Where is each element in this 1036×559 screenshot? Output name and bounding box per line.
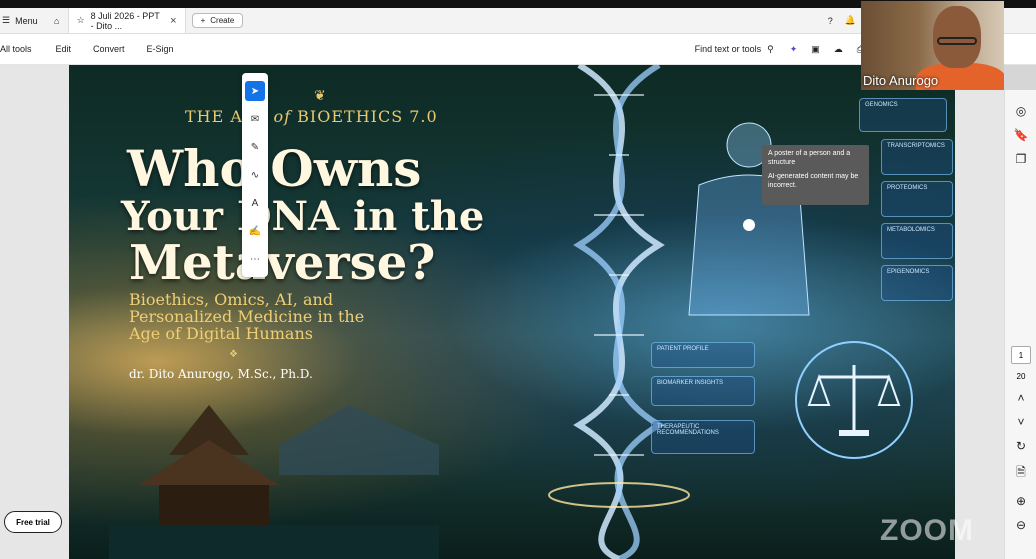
hud-metabolomics: METABOLOMICS xyxy=(881,223,953,259)
poster-title-line2: Your DNA in the xyxy=(121,193,485,240)
temple-landscape-graphic xyxy=(109,405,439,559)
hud-epigenomics: EPIGENOMICS xyxy=(881,265,953,301)
alt-text-tooltip: A poster of a person and a structure AI-… xyxy=(762,145,869,205)
select-cursor-icon[interactable]: ➤ xyxy=(245,81,265,101)
tab-title: 8 Juli 2026 - PPT - Dito ... xyxy=(90,10,160,31)
all-tools-menu[interactable]: All tools xyxy=(0,44,40,54)
lotus-ornament: ❦ xyxy=(314,87,326,103)
bell-icon[interactable]: 🔔 xyxy=(845,15,856,26)
menu-label: Menu xyxy=(15,15,38,26)
save-icon[interactable]: ▣ xyxy=(811,44,820,55)
edit-menu[interactable]: Edit xyxy=(56,44,80,54)
copilot-icon[interactable]: ◎ xyxy=(1016,104,1026,118)
star-icon[interactable]: ☆ xyxy=(77,15,85,26)
slide-poster: ❦ THE ART of BIOETHICS 7.0 Who Owns Your… xyxy=(69,65,955,559)
document-tab[interactable]: ☆ 8 Juli 2026 - PPT - Dito ... × xyxy=(67,8,186,33)
page-tools-icon[interactable]: 🗎 xyxy=(1016,463,1026,484)
plus-icon: + xyxy=(200,16,206,25)
hamburger-icon: ☰ xyxy=(2,15,11,25)
more-options-icon[interactable]: ⋯ xyxy=(245,249,265,269)
pages-icon[interactable]: ❐ xyxy=(1016,152,1027,166)
ai-assistant-icon[interactable]: ✦ xyxy=(790,44,798,55)
zoom-in-icon[interactable]: ⊕ xyxy=(1016,494,1026,508)
page-number-input[interactable]: 1 xyxy=(1011,346,1031,364)
bookmark-icon[interactable]: 🔖 xyxy=(1014,128,1029,142)
upload-cloud-icon[interactable]: ☁ xyxy=(834,44,843,55)
search-icon: ⚲ xyxy=(767,43,774,54)
poster-author: dr. Dito Anurogo, M.Sc., Ph.D. xyxy=(129,367,313,381)
free-trial-button[interactable]: Free trial xyxy=(4,511,62,533)
rotate-icon[interactable]: ↻ xyxy=(1016,439,1026,453)
find-label: Find text or tools xyxy=(694,44,762,54)
zoom-watermark: ZOOM xyxy=(880,514,974,547)
hud-therapeutic-recommendations: THERAPEUTIC RECOMMENDATIONS xyxy=(651,420,755,454)
ethics-scale-graphic xyxy=(795,341,913,459)
participant-name: Dito Anurogo xyxy=(863,73,939,88)
webcam-video-tile: Dito Anurogo xyxy=(861,1,1004,90)
menu-button[interactable]: ☰ Menu xyxy=(0,8,46,33)
hud-biomarker-insights: BIOMARKER INSIGHTS xyxy=(651,376,755,406)
poster-subtitle: Bioethics, Omics, AI, and Personalized M… xyxy=(129,290,365,343)
sign-pen-icon[interactable]: ✍ xyxy=(245,221,265,241)
hud-patient-profile: PATIENT PROFILE xyxy=(651,342,755,368)
chevron-up-icon[interactable]: ˄ xyxy=(1017,391,1024,405)
home-icon[interactable]: ⌂ xyxy=(46,16,68,26)
draw-freehand-icon[interactable]: ∿ xyxy=(245,165,265,185)
right-sidebar: ◎ 🔖 ❐ 1 20 ˄ ˅ ↻ 🗎 ⊕ ⊖ xyxy=(1004,90,1036,559)
zoom-out-icon[interactable]: ⊖ xyxy=(1016,518,1026,532)
comment-icon[interactable]: ✉ xyxy=(245,109,265,129)
esign-menu[interactable]: E-Sign xyxy=(147,44,182,54)
poster-tagline: THE ART of BIOETHICS 7.0 xyxy=(185,107,438,126)
chevron-down-icon[interactable]: ˅ xyxy=(1017,415,1024,429)
create-button[interactable]: + Create xyxy=(191,13,244,28)
help-icon[interactable]: ? xyxy=(828,16,833,26)
find-tools-button[interactable]: Find text or tools ⚲ xyxy=(695,44,774,55)
convert-menu[interactable]: Convert xyxy=(93,44,133,54)
create-label: Create xyxy=(210,16,235,25)
highlight-pen-icon[interactable]: ✎ xyxy=(245,137,265,157)
participant-glasses xyxy=(937,37,977,45)
text-box-icon[interactable]: A xyxy=(245,193,265,213)
poster-title-line1: Who Owns xyxy=(127,139,422,198)
close-icon[interactable]: × xyxy=(170,15,176,27)
hud-genomics: GENOMICS xyxy=(859,98,947,132)
floating-annotation-toolbar: ➤ ✉ ✎ ∿ A ✍ ⋯ xyxy=(242,73,268,277)
page-total: 20 xyxy=(1016,372,1026,381)
hud-transcriptomics: TRANSCRIPTOMICS xyxy=(881,139,953,175)
poster-title-line3: Metaverse? xyxy=(129,235,436,291)
hud-proteomics: PROTEOMICS xyxy=(881,181,953,217)
divider-ornament: ❖ xyxy=(229,349,238,360)
